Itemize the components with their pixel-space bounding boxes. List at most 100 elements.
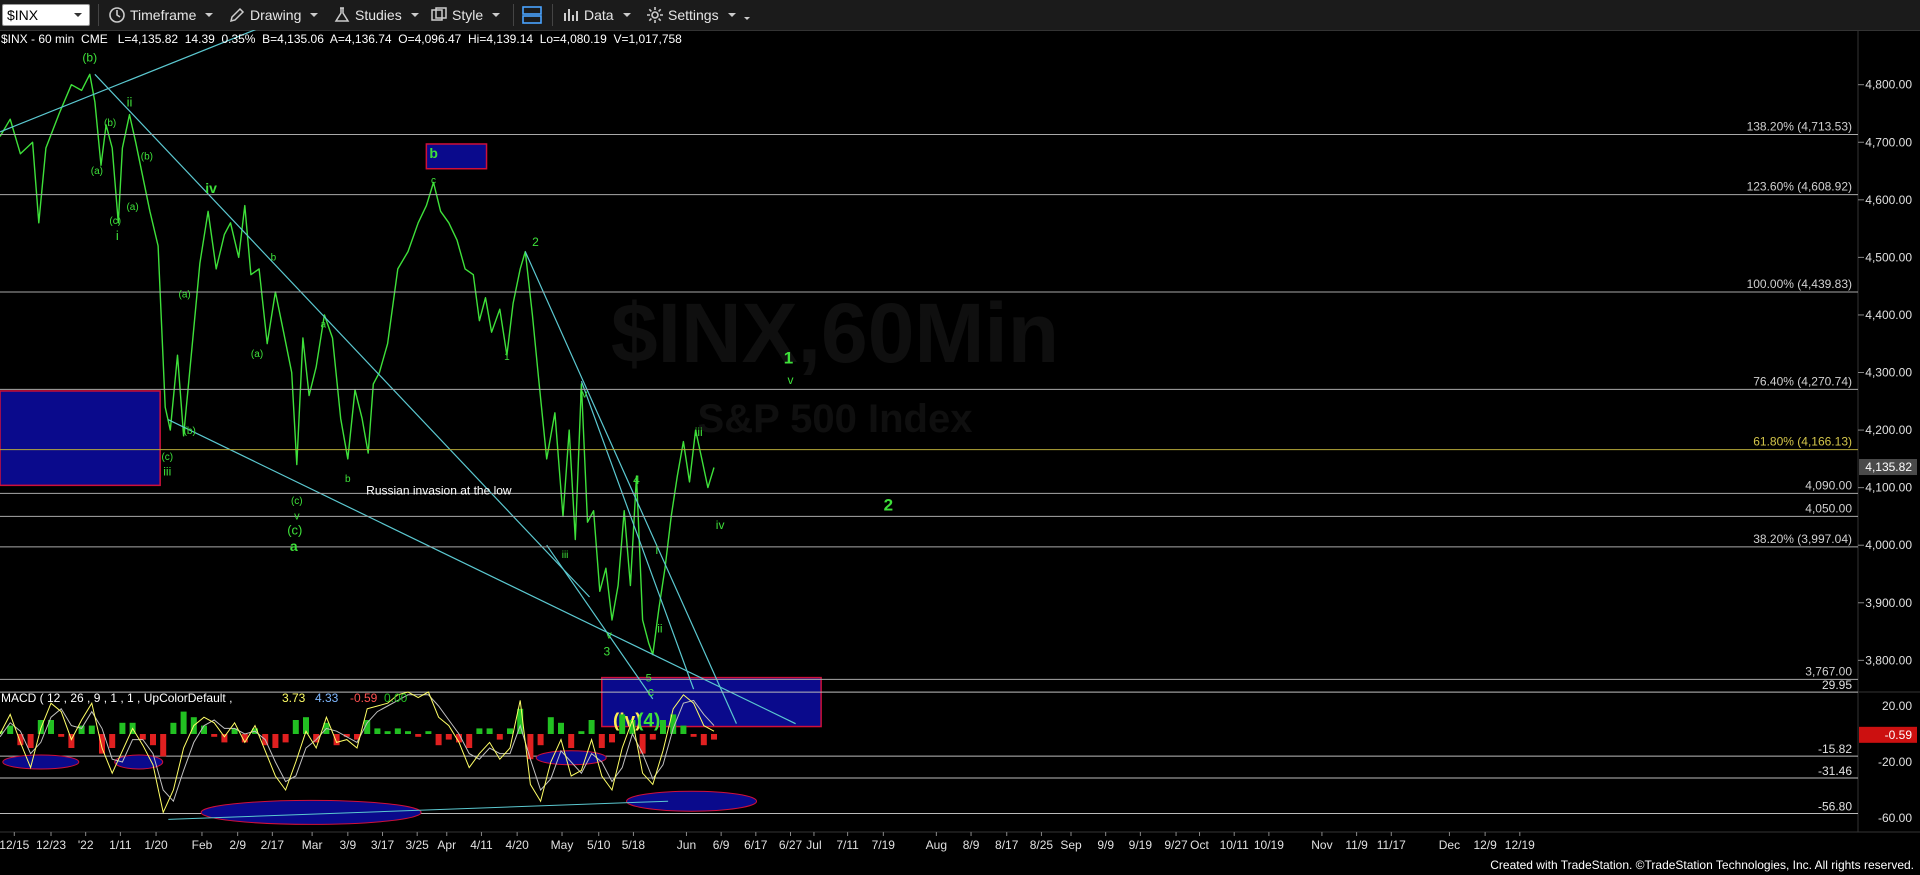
style-button[interactable]: Style — [430, 4, 507, 26]
wave-annotation: iii — [562, 550, 569, 561]
wave-annotation: (b) — [104, 118, 116, 129]
chevron-down-icon — [410, 13, 419, 17]
pencil-icon — [229, 7, 245, 23]
wave-annotation: 5 — [646, 673, 652, 685]
settings-button[interactable]: Settings — [646, 4, 743, 26]
macd-histogram-bar — [680, 725, 687, 734]
layout-button[interactable] — [521, 4, 547, 26]
macd-histogram-bar — [578, 731, 585, 734]
wave-annotation: ii — [657, 622, 662, 636]
macd-histogram-bar — [568, 734, 575, 748]
macd-level-label: -56.80 — [1818, 800, 1852, 814]
bar-chart-icon — [564, 9, 578, 21]
macd-histogram-bar — [711, 734, 717, 740]
wave-annotation: 1 — [784, 348, 793, 367]
macd-histogram-bar — [88, 725, 95, 734]
oversold-ellipse — [200, 799, 422, 825]
wave-annotation: iii — [695, 425, 703, 439]
data-button[interactable]: Data — [562, 4, 638, 26]
trend-line[interactable] — [580, 380, 695, 690]
macd-histogram-bar — [211, 734, 218, 737]
wave-annotation: (b) — [184, 426, 196, 437]
macd-histogram-bar — [609, 734, 615, 743]
macd-histogram-bar — [292, 720, 299, 734]
price-axis-label: 4,200.00 — [1865, 423, 1912, 437]
macd-signal-value: 4.33 — [315, 691, 339, 705]
time-axis-label: 12/19 — [1505, 838, 1535, 852]
clock-icon — [109, 7, 125, 23]
wave-annotation: (c) — [161, 452, 173, 463]
drawing-button[interactable]: Drawing — [228, 4, 325, 26]
fib-level-label: 76.40% (4,270.74) — [1753, 374, 1852, 388]
macd-histogram-bar — [405, 731, 411, 734]
time-axis-label: 3/9 — [339, 838, 356, 852]
window-layout-icon — [522, 6, 542, 24]
studies-label: Studies — [355, 7, 402, 23]
macd-histogram-bar — [58, 734, 65, 737]
time-axis-label: '22 — [78, 838, 94, 852]
time-axis-label: May — [551, 838, 574, 852]
wave-annotation: v — [606, 629, 612, 641]
small-chevron-icon — [744, 17, 750, 20]
price-axis-label: 4,000.00 — [1865, 538, 1912, 552]
macd-histogram-bar — [221, 734, 228, 743]
chart-area[interactable]: $INX,60Min S&P 500 Index b 138.20% (4,71… — [0, 30, 1920, 875]
macd-histogram-bar — [384, 731, 391, 734]
macd-histogram-bar — [7, 725, 14, 734]
timeframe-label: Timeframe — [130, 7, 197, 23]
macd-histogram-bar — [700, 734, 707, 746]
macd-histogram-bar — [660, 720, 666, 734]
macd-histogram-bar — [333, 734, 340, 746]
macd-histogram-bar — [558, 722, 564, 734]
wave-annotation: 3 — [604, 645, 611, 659]
timeframe-button[interactable]: Timeframe — [108, 4, 220, 26]
macd-level-label: -31.46 — [1818, 764, 1852, 778]
fib-level-label: 123.60% (4,608.92) — [1747, 180, 1852, 194]
wave-annotation: (a) — [179, 290, 191, 301]
studies-button[interactable]: Studies — [333, 4, 426, 26]
more-button[interactable] — [742, 4, 756, 26]
chevron-down-icon — [622, 13, 631, 17]
macd-histogram-bar — [476, 728, 483, 734]
oversold-ellipse — [2, 754, 80, 770]
wave-annotation: 4 — [633, 473, 640, 487]
chart-watermark-subtitle: S&P 500 Index — [698, 397, 973, 441]
time-axis-label: Apr — [437, 838, 456, 852]
footer-copyright: Created with TradeStation. ©TradeStation… — [1490, 858, 1914, 872]
time-axis-label: 10/19 — [1254, 838, 1284, 852]
price-series-line — [0, 73, 715, 656]
chevron-down-icon — [492, 13, 501, 17]
macd-histogram-bar — [598, 734, 605, 748]
time-axis-label: Dec — [1439, 838, 1460, 852]
macd-histogram-bar — [139, 734, 146, 740]
macd-histogram-bar — [150, 734, 156, 746]
time-axis-label: 9/19 — [1129, 838, 1153, 852]
macd-histogram-bar — [649, 734, 656, 740]
chevron-down-icon — [727, 13, 736, 17]
symbol-text: $INX — [7, 7, 39, 23]
wave-annotation: i — [116, 228, 119, 243]
style-icon — [431, 7, 447, 21]
oversold-ellipse — [626, 790, 758, 812]
zone-box-label: b — [429, 145, 438, 161]
macd-histogram-bar — [445, 734, 452, 740]
price-axis-label: 4,700.00 — [1865, 135, 1912, 149]
macd-histogram-bar — [527, 734, 534, 760]
time-axis-label: 7/19 — [872, 838, 896, 852]
trend-line[interactable] — [168, 419, 796, 725]
macd-histogram-bar — [547, 717, 554, 734]
time-axis-label: Nov — [1311, 838, 1332, 852]
header-info-line: $INX - 60 min CME L=4,135.82 14.39 0.35%… — [1, 32, 682, 46]
trend-line[interactable] — [94, 73, 590, 598]
trend-line[interactable] — [546, 544, 654, 700]
time-axis-label: 11/17 — [1377, 838, 1406, 852]
macd-histogram-bar — [374, 728, 381, 734]
time-axis-label: 12/15 — [0, 838, 30, 852]
wave-annotation: (b) — [141, 152, 153, 163]
macd-histogram-bar — [415, 734, 422, 737]
macd-histogram-bar — [639, 734, 646, 754]
macd-histogram-bar — [160, 734, 167, 757]
time-axis-label: 12/23 — [36, 838, 66, 852]
time-axis-label: 11/9 — [1345, 838, 1368, 852]
symbol-input[interactable]: $INX — [2, 4, 90, 26]
